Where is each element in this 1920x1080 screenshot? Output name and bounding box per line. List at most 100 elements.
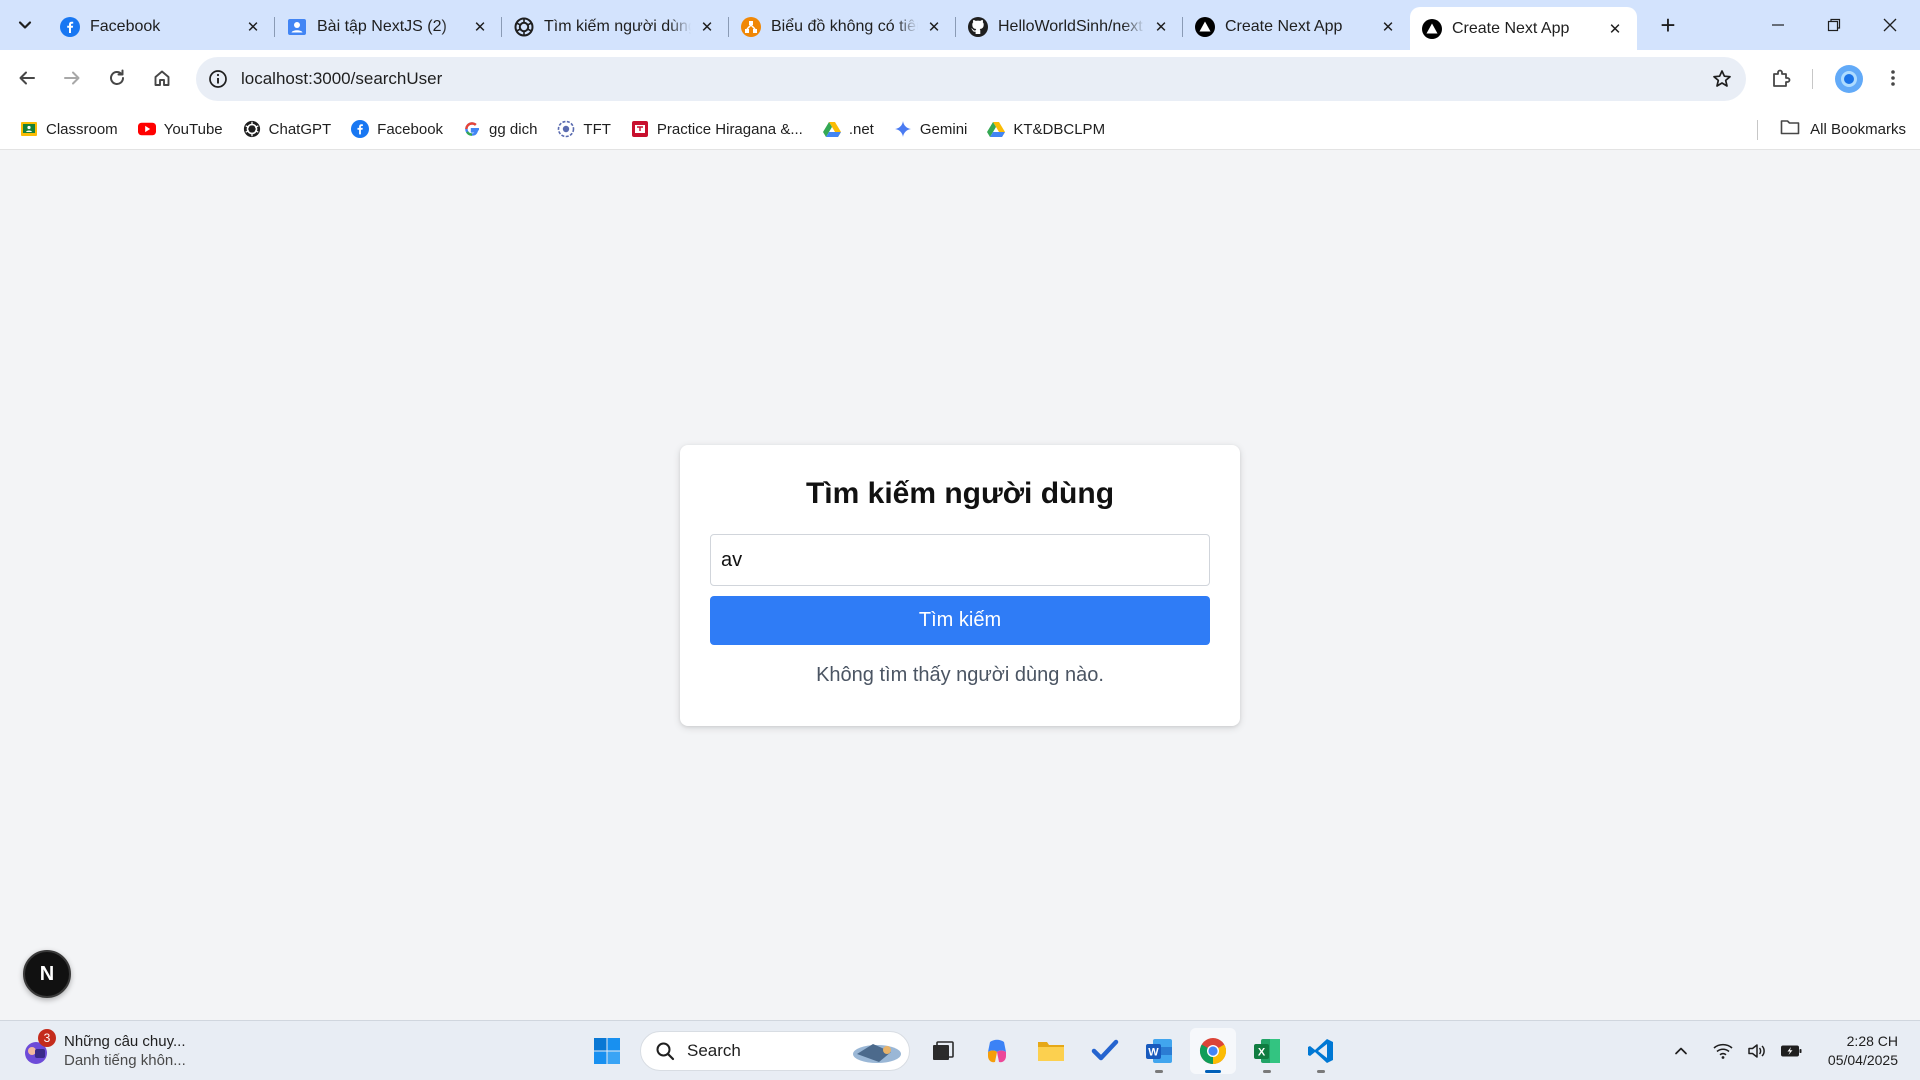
close-icon[interactable]: ✕ [1378,17,1398,37]
tab-create-next-app[interactable]: Create Next App ✕ [1183,7,1410,47]
close-window-button[interactable] [1862,0,1918,50]
bookmark-label: ChatGPT [268,120,332,138]
all-bookmarks-label: All Bookmarks [1810,120,1906,138]
bookmark-practice-hiragana[interactable]: Practice Hiragana &... [625,114,809,144]
taskbar-search[interactable]: Search [640,1031,910,1071]
volume-button[interactable] [1742,1036,1772,1066]
bookmark-label: .net [848,120,874,138]
all-bookmarks-button[interactable]: All Bookmarks [1780,114,1906,144]
news-widget[interactable]: 3 Những câu chuy... Danh tiếng khôn... [20,1029,200,1073]
arrow-right-icon [64,71,80,85]
chevron-up-icon [1675,1047,1687,1055]
back-button[interactable] [9,60,45,96]
tab-create-next-app-active[interactable]: Create Next App ✕ [1410,7,1637,50]
excel-icon: X [1254,1039,1280,1063]
bookmark-gemini[interactable]: Gemini [888,114,974,144]
task-view-button[interactable] [920,1028,966,1074]
site-info-icon[interactable] [206,67,230,91]
reload-button[interactable] [99,60,135,96]
chatgpt-icon [514,17,534,37]
bookmark-chatgpt[interactable]: ChatGPT [237,114,338,144]
tab-drawio-diagram[interactable]: Biểu đồ không có tiêu đề ✕ [729,7,956,47]
volume-icon [1748,1044,1765,1058]
bookmark-label: Classroom [46,120,118,138]
close-icon[interactable]: ✕ [924,17,944,37]
bookmark-gg-dich[interactable]: gg dich [457,114,543,144]
page-title: Tìm kiếm người dùng [805,477,1115,510]
forward-button[interactable] [54,60,90,96]
system-tray: 2:28 CH 05/04/2025 [1664,1021,1920,1080]
bookmark-classroom[interactable]: Classroom [14,114,124,144]
bookmark-kt-dbclpm[interactable]: KT&DBCLPM [981,114,1111,144]
minimize-button[interactable] [1750,0,1806,50]
result-message: Không tìm thấy người dùng nào. [816,664,1104,686]
todo-icon [1091,1039,1119,1061]
address-bar[interactable]: localhost:3000/searchUser [196,57,1746,101]
copilot-button[interactable] [974,1028,1020,1074]
home-button[interactable] [144,60,180,96]
bookmark-net[interactable]: .net [817,114,880,144]
tab-title: Bài tập NextJS (2) [317,18,447,35]
extensions-button[interactable] [1763,60,1799,96]
show-hidden-icons-button[interactable] [1666,1036,1696,1066]
browser-toolbar: localhost:3000/searchUser [0,50,1920,108]
windows-start-button[interactable] [584,1028,630,1074]
tab-title: Create Next App [1452,19,1570,37]
search-input[interactable] [710,534,1210,586]
news-widget-icon: 3 [20,1029,56,1067]
tab-github[interactable]: HelloWorldSinh/next ✕ [956,7,1183,47]
chrome-button[interactable] [1190,1028,1236,1074]
clock-time: 2:28 CH [1846,1033,1898,1049]
search-label: Search [687,1041,741,1060]
classroom-icon [20,120,38,138]
todo-button[interactable] [1082,1028,1128,1074]
vscode-icon [1308,1039,1333,1063]
vscode-button[interactable] [1298,1028,1344,1074]
bookmark-star-icon[interactable] [1708,65,1736,93]
close-icon[interactable]: ✕ [470,17,490,37]
close-icon[interactable]: ✕ [697,17,717,37]
search-button[interactable]: Tìm kiếm [710,596,1210,645]
close-icon[interactable]: ✕ [243,17,263,37]
reload-icon [110,69,124,85]
page-viewport: Tìm kiếm người dùng Tìm kiếm Không tìm t… [0,151,1920,1020]
task-view-icon [933,1041,954,1060]
browser-menu-button[interactable] [1875,60,1911,96]
url-text[interactable]: localhost:3000/searchUser [241,69,442,89]
tab-nextjs-assignment[interactable]: Bài tập NextJS (2) ✕ [275,7,502,47]
google-icon [463,120,481,138]
tab-title: Biểu đồ không có tiêu đề [771,18,918,35]
google-drive-icon [987,120,1006,138]
tab-search-user-chatgpt[interactable]: Tìm kiếm người dùng ✕ [502,7,729,47]
search-card: Tìm kiếm người dùng Tìm kiếm Không tìm t… [680,445,1240,726]
chatgpt-icon [243,120,261,138]
new-tab-button[interactable]: + [1652,10,1684,40]
close-icon[interactable]: ✕ [1605,19,1625,39]
folder-icon [1780,118,1800,140]
nextjs-icon [1422,18,1442,39]
wifi-button[interactable] [1708,1036,1738,1066]
gemini-icon [894,120,912,138]
file-explorer-button[interactable] [1028,1028,1074,1074]
youtube-icon [137,120,156,138]
search-highlight-icon [853,1044,901,1063]
tab-search-button[interactable] [10,10,40,40]
excel-button[interactable]: X [1244,1028,1290,1074]
taskbar-apps: Search W X [580,1021,1348,1080]
nextjs-dev-indicator[interactable]: N [23,950,71,998]
puzzle-icon [1773,69,1791,87]
close-icon[interactable]: ✕ [1151,17,1171,37]
word-button[interactable]: W [1136,1028,1182,1074]
wifi-icon [1713,1043,1733,1059]
clock[interactable]: 2:28 CH 05/04/2025 [1828,1032,1898,1070]
bookmark-youtube[interactable]: YouTube [132,114,229,144]
tab-facebook[interactable]: Facebook ✕ [48,7,275,47]
close-icon [1883,18,1897,32]
bookmark-tft[interactable]: TFT [551,114,617,144]
tab-title: Facebook [90,18,161,35]
restore-button[interactable] [1806,0,1862,50]
battery-button[interactable] [1776,1036,1806,1066]
tab-title: HelloWorldSinh/next [998,18,1143,35]
bookmark-facebook[interactable]: Facebook [345,114,449,144]
profile-avatar[interactable] [1835,65,1863,93]
